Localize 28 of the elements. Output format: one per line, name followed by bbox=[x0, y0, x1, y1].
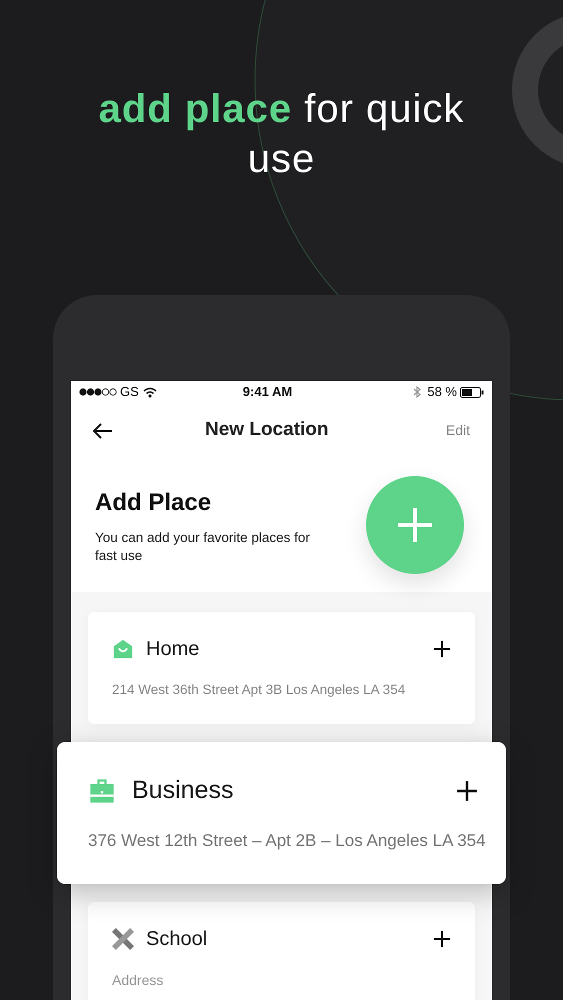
add-icon[interactable] bbox=[433, 930, 451, 948]
bluetooth-icon bbox=[413, 386, 422, 398]
place-card[interactable]: Business 376 West 12th Street – Apt 2B – Los Angeles LA 354 bbox=[57, 742, 506, 884]
place-card[interactable]: Home 214 West 36th Street Apt 3B Los Angeles LA 354 bbox=[88, 612, 475, 724]
add-icon[interactable] bbox=[433, 640, 451, 658]
plus-icon bbox=[398, 508, 432, 542]
address-placeholder: Address bbox=[112, 970, 164, 990]
add-icon[interactable] bbox=[456, 780, 478, 802]
back-arrow-icon[interactable] bbox=[93, 422, 113, 438]
place-card[interactable]: School Address bbox=[88, 902, 475, 1000]
section-subtitle: You can add your favorite places for fast use bbox=[95, 529, 311, 565]
section-title: Add Place bbox=[95, 488, 212, 518]
headline: add place for quick use bbox=[98, 86, 466, 183]
battery-percent: 58 % bbox=[427, 383, 457, 402]
place-address: 376 West 12th Street – Apt 2B – Los Angeles LA 354 bbox=[88, 830, 487, 852]
battery-icon bbox=[460, 386, 484, 398]
carrier-name: GS bbox=[120, 383, 139, 402]
wifi-icon bbox=[142, 386, 157, 398]
edit-button[interactable]: Edit bbox=[446, 420, 470, 441]
place-name: Home bbox=[146, 637, 200, 662]
status-time: 9:41 AM bbox=[242, 383, 292, 402]
house-icon bbox=[112, 638, 134, 660]
signal-icon bbox=[79, 388, 117, 396]
place-name: School bbox=[146, 926, 208, 952]
briefcase-icon bbox=[88, 777, 116, 805]
place-address: 214 West 36th Street Apt 3B Los Angeles LA 354 bbox=[112, 681, 406, 699]
place-name: Business bbox=[132, 775, 234, 806]
screen-title: New Location bbox=[205, 418, 329, 442]
